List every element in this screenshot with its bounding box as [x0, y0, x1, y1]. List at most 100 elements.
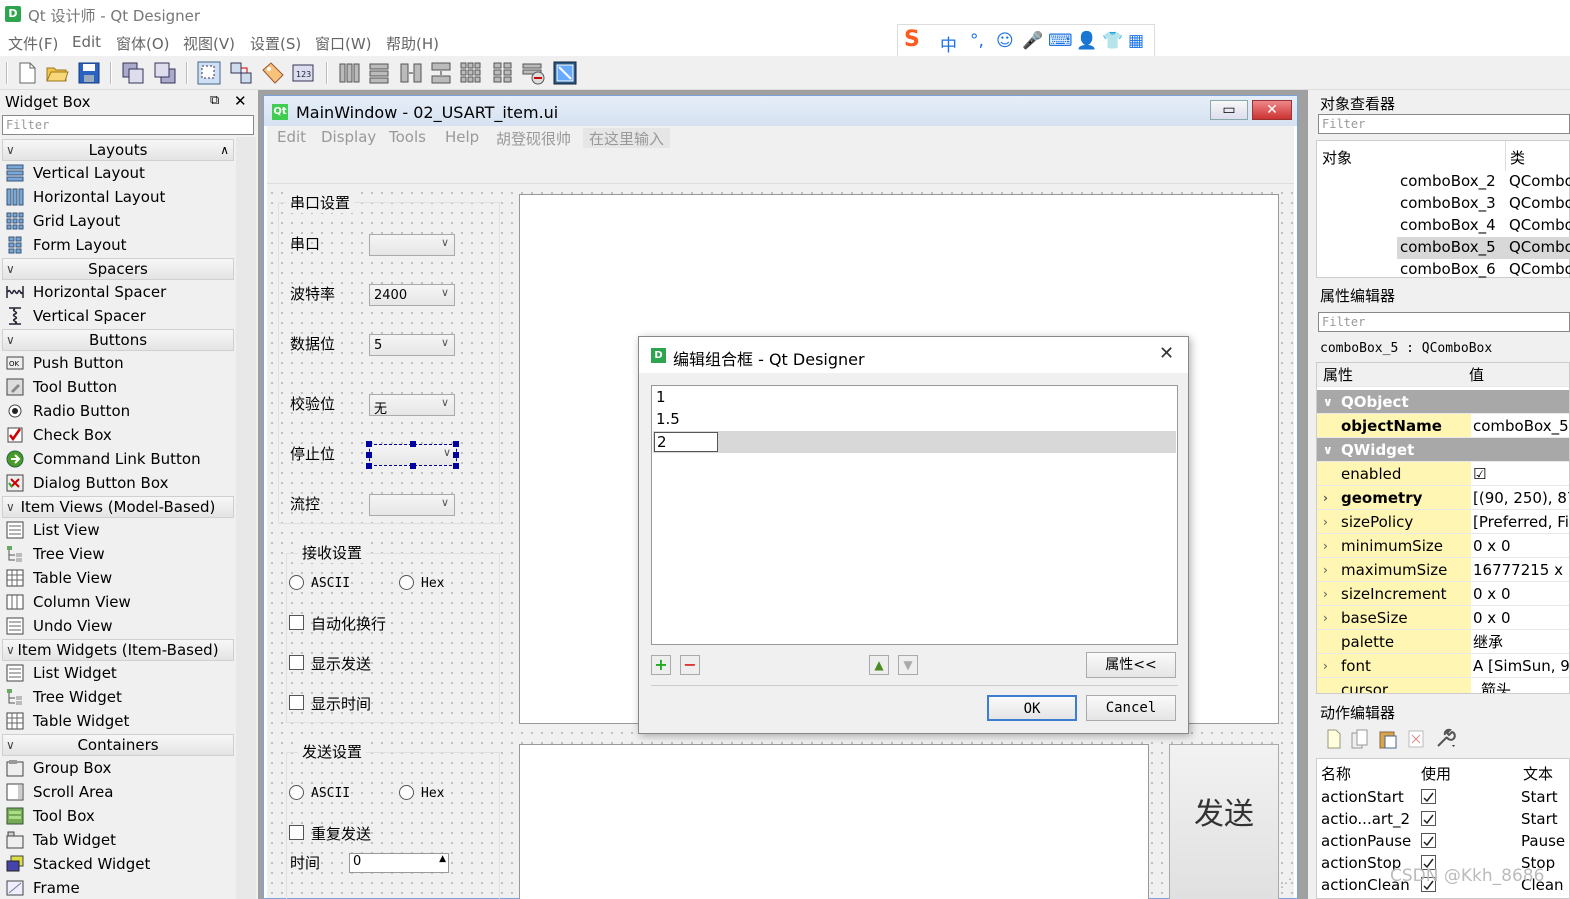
- menu-window[interactable]: 窗口(W): [315, 33, 372, 54]
- widget-horizontal-layout[interactable]: Horizontal Layout: [2, 185, 234, 209]
- break-layout-icon[interactable]: [520, 60, 546, 86]
- form-menu-tools[interactable]: Tools: [389, 128, 426, 146]
- property-row[interactable]: › geometry [(90, 250), 87: [1317, 486, 1569, 510]
- widget-tab-widget[interactable]: Tab Widget: [2, 828, 234, 852]
- emoji-icon[interactable]: ☺: [996, 31, 1014, 51]
- properties-toggle-button[interactable]: 属性<<: [1086, 652, 1176, 678]
- widget-command-link-button[interactable]: Command Link Button: [2, 447, 234, 471]
- menu-help[interactable]: 帮助(H): [386, 33, 439, 54]
- move-up-button[interactable]: ▲: [869, 655, 889, 675]
- list-item-selected[interactable]: [653, 431, 1176, 453]
- widget-filter-input[interactable]: Filter: [2, 115, 254, 135]
- open-folder-icon[interactable]: [44, 60, 70, 86]
- property-row[interactable]: cursor 箭头: [1317, 678, 1569, 693]
- widget-check-box[interactable]: Check Box: [2, 423, 234, 447]
- widget-tree-widget[interactable]: Tree Widget: [2, 685, 234, 709]
- widget-column-view[interactable]: Column View: [2, 590, 234, 614]
- widget-list-widget[interactable]: List Widget: [2, 661, 234, 685]
- menu-view[interactable]: 视图(V): [183, 33, 235, 54]
- action-row-name[interactable]: actionStart: [1321, 788, 1404, 806]
- time-spinbox[interactable]: 0 ▲: [349, 853, 449, 873]
- widget-scroll-area[interactable]: Scroll Area: [2, 780, 234, 804]
- object-filter-input[interactable]: Filter: [1318, 114, 1570, 134]
- resize-handle[interactable]: [366, 452, 372, 458]
- widget-list-view[interactable]: List View: [2, 518, 234, 542]
- property-row[interactable]: › baseSize 0 x 0: [1317, 606, 1569, 630]
- chevron-right-icon[interactable]: ›: [1323, 606, 1328, 630]
- resize-grip-icon[interactable]: ⋰: [1280, 876, 1292, 890]
- chevron-right-icon[interactable]: ›: [1323, 486, 1328, 510]
- object-tree[interactable]: 对象 类 comboBox_2 QCombo comboBox_3 QCombo…: [1316, 140, 1570, 278]
- property-row[interactable]: › sizePolicy [Preferred, Fix: [1317, 510, 1569, 534]
- resize-handle[interactable]: [410, 463, 416, 469]
- close-icon[interactable]: ✕: [1159, 343, 1174, 364]
- widget-form-layout[interactable]: Form Layout: [2, 233, 234, 257]
- menu-file[interactable]: 文件(F): [8, 33, 58, 54]
- list-item[interactable]: 1: [656, 388, 666, 406]
- port-combo[interactable]: ∨: [369, 234, 455, 256]
- property-row[interactable]: › maximumSize 16777215 x 1: [1317, 558, 1569, 582]
- move-down-button[interactable]: ▼: [898, 655, 918, 675]
- save-icon[interactable]: [76, 60, 102, 86]
- category-containers[interactable]: ∨ Containers: [2, 734, 234, 756]
- flow-combo[interactable]: ∨: [369, 494, 455, 516]
- grid-layout-icon[interactable]: [458, 60, 484, 86]
- category-item-views[interactable]: ∨ Item Views (Model-Based): [2, 496, 234, 518]
- form-menu-custom[interactable]: 胡登砚很帅: [496, 128, 571, 149]
- baud-combo[interactable]: 2400 ∨: [369, 284, 455, 306]
- widget-tool-box[interactable]: Tool Box: [2, 804, 234, 828]
- edit-signals-icon[interactable]: [228, 60, 254, 86]
- parity-combo[interactable]: 无 ∨: [369, 394, 455, 417]
- receive-hex-radio[interactable]: [399, 575, 414, 590]
- property-row[interactable]: › minimumSize 0 x 0: [1317, 534, 1569, 558]
- tree-row-name[interactable]: comboBox_3: [1400, 194, 1496, 212]
- remove-item-button[interactable]: −: [680, 655, 700, 675]
- punctuation-icon[interactable]: °,: [970, 31, 984, 51]
- property-table[interactable]: 属性 值 ∨ QObject objectName comboBox_5 ∨ QWid…: [1316, 362, 1570, 694]
- chevron-right-icon[interactable]: ›: [1323, 582, 1328, 606]
- microphone-icon[interactable]: 🎤: [1022, 31, 1043, 51]
- widget-grid-layout[interactable]: Grid Layout: [2, 209, 234, 233]
- horizontal-splitter-icon[interactable]: [398, 60, 424, 86]
- widget-undo-view[interactable]: Undo View: [2, 614, 234, 638]
- widget-radio-button[interactable]: Radio Button: [2, 399, 234, 423]
- category-buttons[interactable]: ∨ Buttons: [2, 329, 234, 351]
- tree-row-name[interactable]: comboBox_4: [1400, 216, 1496, 234]
- spin-up-icon[interactable]: ▲: [439, 854, 446, 864]
- send-ascii-radio[interactable]: [289, 785, 304, 800]
- resize-handle[interactable]: [453, 441, 459, 447]
- action-row-name[interactable]: actio...art_2: [1321, 810, 1410, 828]
- resize-handle[interactable]: [366, 463, 372, 469]
- new-file-icon[interactable]: [14, 60, 40, 86]
- chevron-up-icon[interactable]: ∧: [220, 140, 229, 160]
- chevron-right-icon[interactable]: ›: [1323, 510, 1328, 534]
- chevron-right-icon[interactable]: ›: [1323, 654, 1328, 678]
- edit-buddies-icon[interactable]: [260, 60, 286, 86]
- widget-horizontal-spacer[interactable]: Horizontal Spacer: [2, 280, 234, 304]
- menu-edit[interactable]: Edit: [72, 33, 101, 51]
- copy-action-icon[interactable]: [1350, 728, 1370, 750]
- edit-widgets-icon[interactable]: [196, 60, 222, 86]
- property-row-objectname[interactable]: objectName comboBox_5: [1317, 414, 1569, 438]
- action-used-checkbox[interactable]: [1421, 811, 1436, 826]
- category-spacers[interactable]: ∨ Spacers: [2, 258, 234, 280]
- widget-table-widget[interactable]: Table Widget: [2, 709, 234, 733]
- ok-button[interactable]: OK: [987, 695, 1077, 721]
- property-filter-input[interactable]: Filter: [1318, 312, 1570, 332]
- menu-form[interactable]: 窗体(O): [116, 33, 170, 54]
- tree-row-name[interactable]: comboBox_2: [1400, 172, 1496, 190]
- section-qwidget[interactable]: ∨ QWidget: [1317, 438, 1569, 462]
- resize-handle[interactable]: [410, 441, 416, 447]
- auto-wrap-checkbox[interactable]: [289, 615, 304, 630]
- ime-chinese-mode[interactable]: 中: [940, 31, 957, 56]
- chevron-right-icon[interactable]: ›: [1323, 534, 1328, 558]
- widget-push-button[interactable]: OK Push Button: [2, 351, 234, 375]
- action-used-checkbox[interactable]: [1421, 789, 1436, 804]
- show-time-checkbox[interactable]: [289, 695, 304, 710]
- edit-tab-order-icon[interactable]: 123: [290, 60, 316, 86]
- property-row[interactable]: › sizeIncrement 0 x 0: [1317, 582, 1569, 606]
- widget-tool-button[interactable]: Tool Button: [2, 375, 234, 399]
- property-row[interactable]: › font A [SimSun, 9: [1317, 654, 1569, 678]
- form-menu-edit[interactable]: Edit: [277, 128, 306, 146]
- list-item-editor[interactable]: 2: [654, 432, 718, 452]
